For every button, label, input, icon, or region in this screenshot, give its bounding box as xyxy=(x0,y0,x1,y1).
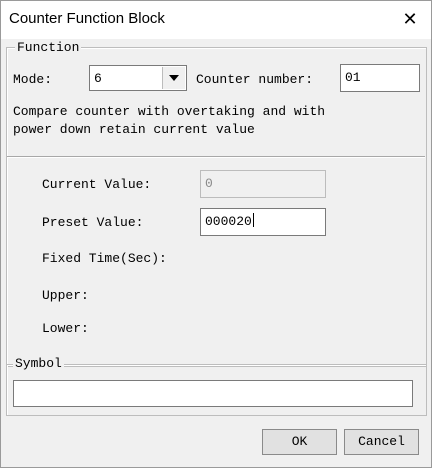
function-group-legend: Function xyxy=(15,40,82,55)
fixed-time-label: Fixed Time(Sec): xyxy=(42,251,167,266)
current-value-label: Current Value: xyxy=(42,177,152,192)
title-bar: Counter Function Block ✕ xyxy=(1,1,431,39)
description-line-2: power down retain current value xyxy=(13,122,255,137)
preset-value-input[interactable]: 000020 xyxy=(200,208,326,236)
symbol-group-legend: Symbol xyxy=(13,356,64,371)
cancel-button[interactable]: Cancel xyxy=(344,429,419,455)
dialog-title: Counter Function Block xyxy=(9,10,165,27)
preset-value-text: 000020 xyxy=(205,214,252,229)
chevron-down-icon xyxy=(169,75,179,81)
counter-function-dialog: Counter Function Block ✕ Function Mode: … xyxy=(0,0,432,468)
upper-label: Upper: xyxy=(42,288,89,303)
text-caret xyxy=(252,213,254,227)
function-separator xyxy=(7,156,425,158)
counter-number-label: Counter number: xyxy=(196,72,314,87)
mode-dropdown-button[interactable] xyxy=(162,67,185,89)
close-icon[interactable]: ✕ xyxy=(395,5,425,35)
symbol-input[interactable] xyxy=(13,380,413,407)
ok-button[interactable]: OK xyxy=(262,429,337,455)
current-value-field: 0 xyxy=(200,170,326,198)
description-line-1: Compare counter with overtaking and with xyxy=(13,104,326,119)
mode-select[interactable]: 6 xyxy=(89,65,187,91)
counter-number-input[interactable]: 01 xyxy=(340,64,420,92)
mode-label: Mode: xyxy=(13,72,53,87)
lower-label: Lower: xyxy=(42,321,89,336)
preset-value-label: Preset Value: xyxy=(42,215,144,230)
mode-select-value: 6 xyxy=(94,71,102,86)
function-group xyxy=(6,47,427,367)
